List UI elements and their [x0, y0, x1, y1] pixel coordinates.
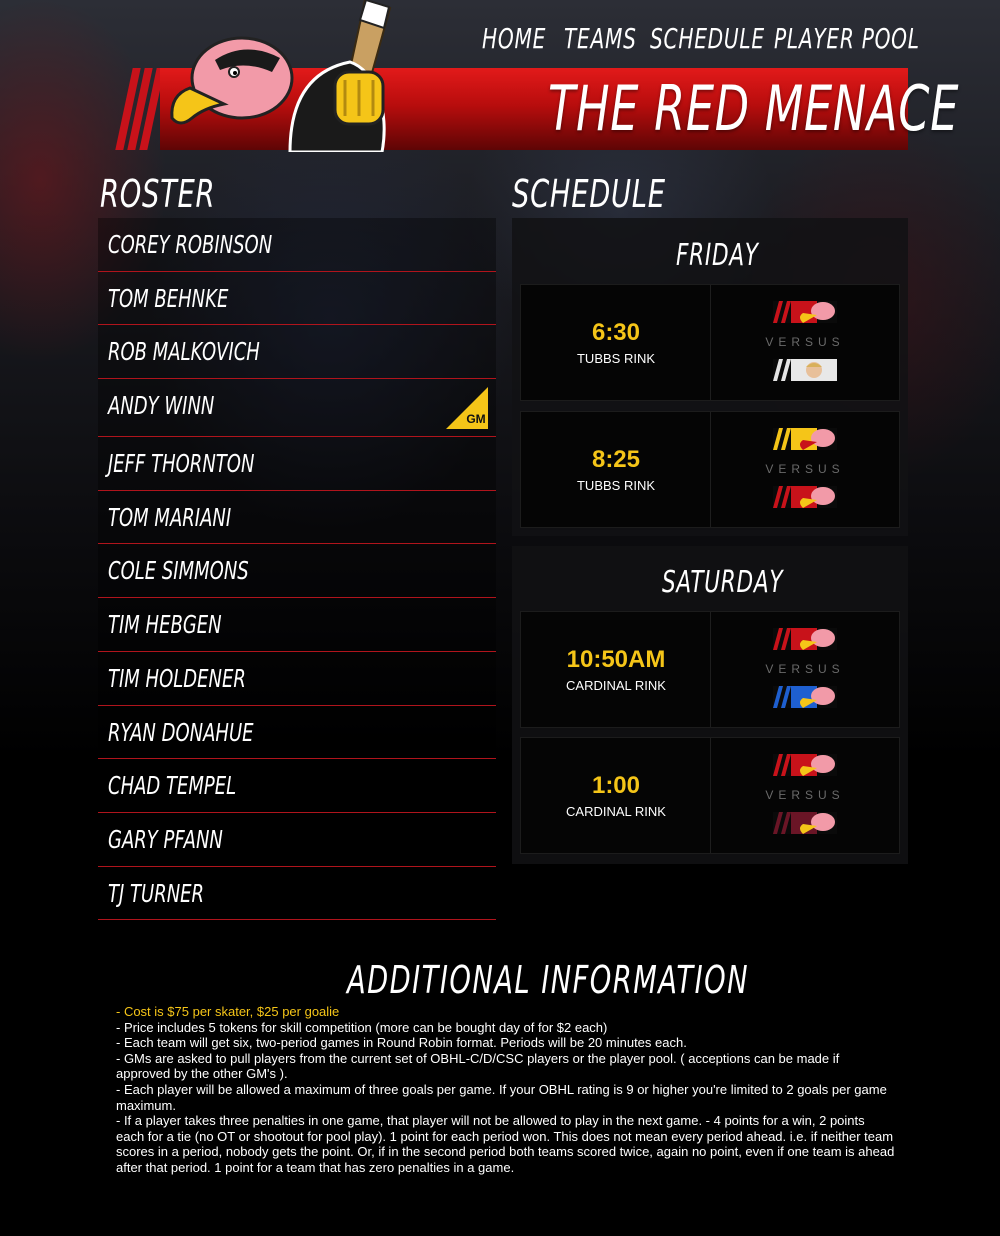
game-card[interactable]: 1:00 CARDINAL RINK VERSUS [520, 737, 900, 854]
info-line-cost: - Cost is $75 per skater, $25 per goalie [116, 1004, 340, 1019]
additional-info-heading: ADDITIONAL INFORMATION [347, 958, 749, 1002]
gm-badge-label: GM [466, 412, 485, 426]
roster-player-row[interactable]: CHAD TEMPEL [98, 759, 496, 813]
game-rink: CARDINAL RINK [566, 678, 666, 693]
game-matchup: VERSUS [711, 612, 899, 727]
roster-player-row[interactable]: JEFF THORNTON [98, 437, 496, 491]
roster-player-row[interactable]: GARY PFANN [98, 812, 496, 867]
day-title: FRIDAY [676, 238, 759, 273]
roster-player-row[interactable]: TOM BEHNKE [98, 271, 496, 326]
player-name: CHAD TEMPEL [108, 771, 237, 801]
versus-label: VERSUS [765, 335, 845, 349]
roster-player-row[interactable]: TIM HEBGEN [98, 598, 496, 652]
player-name: GARY PFANN [108, 824, 223, 854]
nav-teams-link[interactable]: TEAMS [564, 22, 637, 55]
roster-list: COREY ROBINSON TOM BEHNKE ROB MALKOVICH … [98, 218, 496, 921]
game-info: 1:00 CARDINAL RINK [521, 738, 711, 853]
game-time: 8:25 [591, 446, 641, 473]
day-title: SATURDAY [662, 565, 784, 600]
roster-player-row[interactable]: TOM MARIANI [98, 490, 496, 545]
roster-player-row[interactable]: TJ TURNER [98, 866, 496, 921]
game-info: 10:50AM CARDINAL RINK [521, 612, 711, 727]
roster-player-row[interactable]: COLE SIMMONS [98, 544, 496, 599]
game-time: 6:30 [591, 319, 641, 346]
player-name: TIM HEBGEN [108, 610, 222, 640]
red-eagle-logo-icon[interactable] [773, 486, 837, 508]
player-name: JEFF THORNTON [108, 449, 255, 479]
player-name: COLE SIMMONS [108, 556, 249, 586]
gm-badge-icon: GM [446, 387, 488, 430]
game-matchup: VERSUS [711, 738, 899, 853]
game-card[interactable]: 10:50AM CARDINAL RINK VERSUS [520, 611, 900, 728]
nav-home-link[interactable]: HOME [482, 22, 546, 55]
versus-label: VERSUS [765, 788, 845, 802]
main-nav: HOME TEAMS SCHEDULE PLAYER POOL [480, 22, 919, 58]
roster-player-row[interactable]: ANDY WINN GM [98, 379, 496, 438]
blue-eagle-logo-icon[interactable] [773, 686, 837, 708]
game-rink: TUBBS RINK [576, 351, 655, 366]
player-name: TJ TURNER [108, 878, 205, 908]
maroon-eagle-logo-icon[interactable] [773, 812, 837, 834]
info-line: - Price includes 5 tokens for skill comp… [116, 1019, 608, 1035]
roster-heading: ROSTER [100, 172, 216, 216]
game-rink: TUBBS RINK [576, 478, 655, 493]
schedule-heading: SCHEDULE [512, 172, 666, 216]
red-menace-eagle-logo-icon [170, 0, 392, 152]
info-line: - Each player will be allowed a maximum … [116, 1081, 887, 1113]
game-rink: CARDINAL RINK [566, 804, 666, 819]
game-matchup: VERSUS [711, 412, 899, 527]
roster-player-row[interactable]: COREY ROBINSON [98, 218, 496, 272]
info-line: - If a player takes three penalties in o… [116, 1113, 895, 1175]
roster-player-row[interactable]: ROB MALKOVICH [98, 325, 496, 380]
player-name: COREY ROBINSON [108, 230, 273, 259]
red-eagle-logo-icon[interactable] [773, 754, 837, 776]
red-eagle-logo-icon[interactable] [773, 301, 837, 323]
nav-player-pool-link[interactable]: PLAYER POOL [774, 22, 920, 55]
roster-player-row[interactable]: RYAN DONAHUE [98, 705, 496, 760]
red-eagle-logo-icon[interactable] [773, 628, 837, 650]
nav-schedule-link[interactable]: SCHEDULE [650, 22, 765, 55]
yellow-eagle-logo-icon[interactable] [773, 428, 837, 450]
player-name: ANDY WINN [108, 391, 215, 421]
roster-player-row[interactable]: TIM HOLDENER [98, 651, 496, 706]
player-name: ROB MALKOVICH [108, 337, 260, 367]
info-line: - Each team will get six, two-period gam… [116, 1035, 687, 1051]
team-title: THE RED MENACE [548, 72, 960, 145]
game-time: 1:00 [591, 772, 641, 799]
player-name: TOM MARIANI [108, 502, 232, 532]
white-player-photo-logo-icon[interactable] [773, 359, 837, 381]
game-card[interactable]: 6:30 TUBBS RINK VERSUS [520, 284, 900, 401]
game-info: 8:25 TUBBS RINK [521, 412, 711, 527]
game-time: 10:50AM [566, 646, 666, 673]
info-line: - GMs are asked to pull players from the… [116, 1050, 840, 1082]
player-name: TOM BEHNKE [108, 283, 229, 313]
versus-label: VERSUS [765, 462, 845, 476]
game-matchup: VERSUS [711, 285, 899, 400]
additional-info-text: - Cost is $75 per skater, $25 per goalie… [116, 1004, 896, 1176]
game-card[interactable]: 8:25 TUBBS RINK VERSUS [520, 411, 900, 528]
player-name: RYAN DONAHUE [108, 717, 254, 747]
versus-label: VERSUS [765, 662, 845, 676]
game-info: 6:30 TUBBS RINK [521, 285, 711, 400]
player-name: TIM HOLDENER [108, 663, 246, 693]
